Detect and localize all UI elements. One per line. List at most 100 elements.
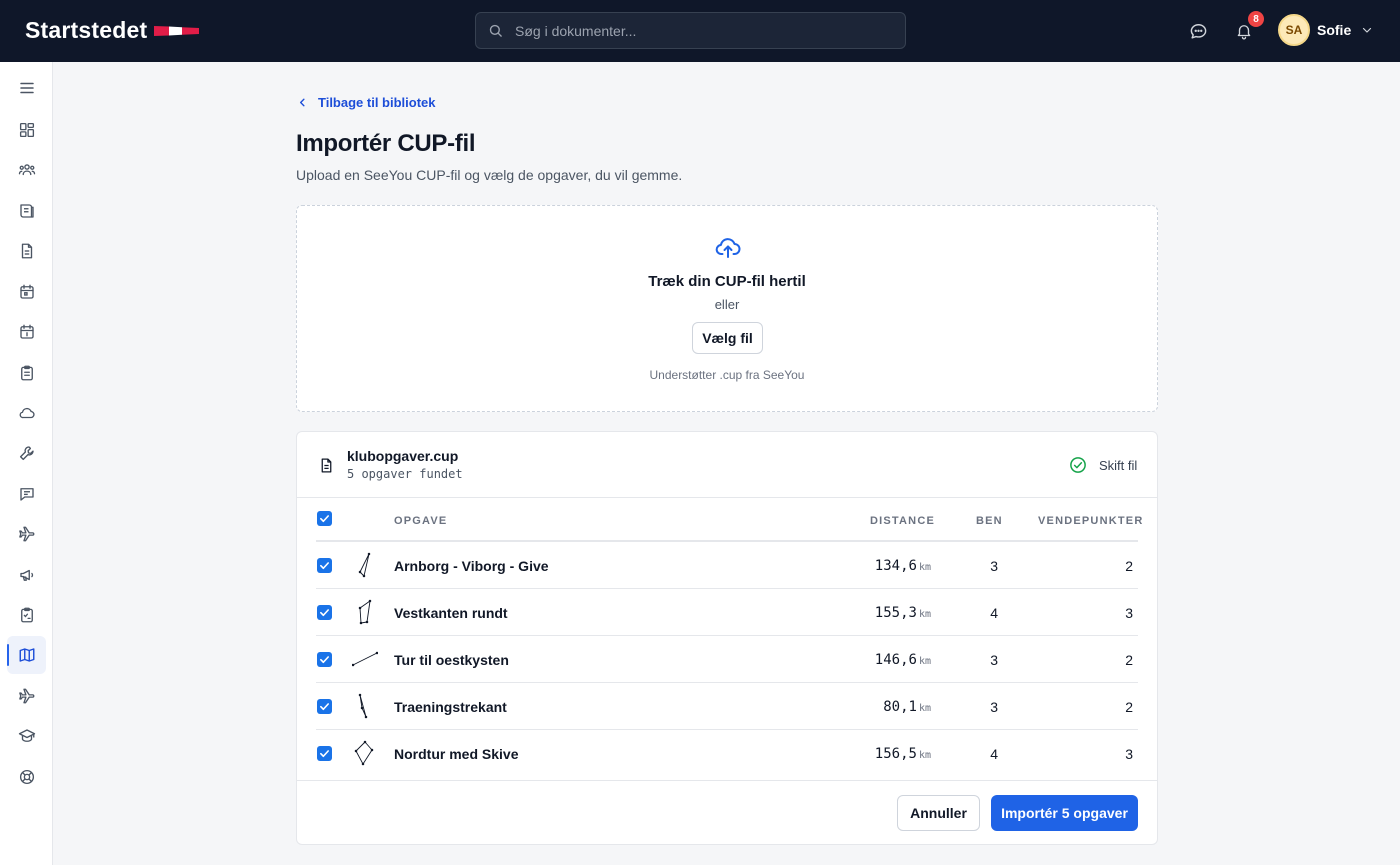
task-turnpoints: 2	[1125, 558, 1133, 574]
task-legs: 4	[990, 605, 998, 621]
sidebar-item-documents[interactable]	[7, 232, 46, 270]
task-distance: 134,6 km	[875, 558, 931, 574]
task-name: Vestkanten rundt	[394, 605, 508, 621]
user-menu[interactable]: SA Sofie	[1278, 14, 1373, 46]
messages-button[interactable]	[1186, 19, 1210, 43]
column-header-legs[interactable]: BEN	[976, 515, 1003, 527]
cancel-button[interactable]: Annuller	[897, 795, 980, 831]
checkmark-icon	[320, 703, 329, 711]
file-icon	[321, 458, 332, 473]
sidebar-menu-toggle[interactable]	[7, 69, 46, 107]
column-header-turnpoints[interactable]: VENDEPUNKTER	[1038, 515, 1143, 527]
dropzone-hint: Understøtter .cup fra SeeYou	[649, 368, 805, 382]
search-input[interactable]	[515, 22, 875, 39]
back-link[interactable]: Tilbage til bibliotek	[297, 95, 436, 110]
table-row[interactable]: Vestkanten rundt 155,3 km 4 3	[316, 589, 1138, 636]
import-panel: klubopgaver.cup 5 opgaver fundet Skift f…	[296, 431, 1158, 845]
row-checkbox[interactable]	[317, 652, 332, 667]
checkmark-icon	[320, 515, 329, 523]
sidebar-item-dashboard[interactable]	[7, 111, 46, 149]
sidebar-item-tasks-map[interactable]	[7, 636, 46, 674]
document-icon	[21, 243, 32, 259]
task-shape-icon	[358, 599, 372, 625]
calendar-day-icon	[19, 324, 34, 339]
task-turnpoints: 3	[1125, 746, 1133, 762]
file-name: klubopgaver.cup	[347, 448, 459, 464]
avatar: SA	[1278, 14, 1310, 46]
table-row[interactable]: Arnborg - Viborg - Give 134,6 km 3 2	[316, 542, 1138, 589]
sidebar-item-training[interactable]	[7, 717, 46, 755]
task-turnpoints: 3	[1125, 605, 1133, 621]
search-icon	[489, 24, 502, 37]
top-bar: Startstedet 8 SA Sofie	[0, 0, 1400, 62]
row-checkbox[interactable]	[317, 605, 332, 620]
back-link-label: Tilbage til bibliotek	[318, 95, 436, 110]
task-legs: 3	[990, 652, 998, 668]
column-header-distance[interactable]: DISTANCE	[870, 515, 935, 527]
chat-icon	[19, 488, 34, 501]
checkmark-icon	[320, 656, 329, 664]
cloud-icon	[19, 407, 35, 419]
sidebar-item-aircraft[interactable]	[7, 677, 46, 715]
task-name: Traeningstrekant	[394, 699, 507, 715]
clipboard-icon	[20, 365, 33, 381]
distance-value: 146,6	[874, 652, 917, 668]
distance-unit: km	[918, 609, 931, 620]
checkmark-icon	[320, 750, 329, 758]
sidebar-item-weather[interactable]	[7, 394, 46, 432]
select-all-checkbox[interactable]	[317, 511, 332, 526]
switch-file-button[interactable]: Skift fil	[1069, 456, 1137, 474]
chevron-down-icon	[1363, 27, 1372, 33]
distance-value: 155,3	[874, 605, 917, 621]
calendar-icon	[19, 284, 34, 299]
table-row[interactable]: Tur til oestkysten 146,6 km 3 2	[316, 636, 1138, 683]
dropzone-or: eller	[714, 297, 740, 312]
row-checkbox[interactable]	[317, 558, 332, 573]
task-distance: 80,1 km	[883, 699, 931, 715]
table-row[interactable]: Traeningstrekant 80,1 km 3 2	[316, 683, 1138, 730]
row-checkbox[interactable]	[317, 699, 332, 714]
sidebar-item-flights[interactable]	[7, 515, 46, 553]
task-shape-icon	[358, 552, 371, 578]
search-bar[interactable]	[475, 12, 906, 49]
sidebar-item-messages[interactable]	[7, 475, 46, 513]
import-button[interactable]: Importér 5 opgaver	[991, 795, 1138, 831]
task-turnpoints: 2	[1125, 699, 1133, 715]
sidebar-item-announcements[interactable]	[7, 556, 46, 594]
distance-value: 156,5	[874, 746, 917, 762]
task-distance: 156,5 km	[875, 746, 931, 762]
sidebar-item-checklists[interactable]	[7, 596, 46, 634]
panel-footer: Annuller Importér 5 opgaver	[297, 780, 1157, 844]
wrench-icon	[19, 446, 34, 461]
checklist-icon	[20, 607, 33, 623]
task-legs: 3	[990, 699, 998, 715]
distance-unit: km	[918, 750, 931, 761]
file-dropzone[interactable]: Træk din CUP-fil hertil eller Vælg fil U…	[296, 205, 1158, 412]
table-row[interactable]: Nordtur med Skive 156,5 km 4 3	[316, 730, 1138, 777]
sidebar-item-help[interactable]	[7, 758, 46, 796]
sidebar-item-schedule[interactable]	[7, 313, 46, 351]
graduation-icon	[18, 729, 35, 742]
sidebar-item-members[interactable]	[7, 151, 46, 189]
sidebar-item-tasks[interactable]	[7, 354, 46, 392]
distance-value: 134,6	[874, 558, 917, 574]
checkmark-icon	[320, 562, 329, 570]
distance-value: 80,1	[883, 699, 917, 715]
row-checkbox[interactable]	[317, 746, 332, 761]
app-logo[interactable]: Startstedet	[25, 17, 200, 44]
task-name: Arnborg - Viborg - Give	[394, 558, 549, 574]
sidebar-item-calendar[interactable]	[7, 273, 46, 311]
task-shape-icon	[358, 693, 368, 719]
task-distance: 155,3 km	[875, 605, 931, 621]
dropzone-title: Træk din CUP-fil hertil	[648, 273, 806, 290]
column-header-task[interactable]: OPGAVE	[394, 515, 447, 527]
notification-badge: 8	[1248, 11, 1264, 27]
file-header: klubopgaver.cup 5 opgaver fundet Skift f…	[297, 432, 1157, 498]
plane-icon	[18, 526, 34, 542]
sidebar-item-maintenance[interactable]	[7, 434, 46, 472]
cloud-upload-icon	[715, 238, 741, 258]
sidebar-item-library[interactable]	[7, 192, 46, 230]
choose-file-button[interactable]: Vælg fil	[692, 322, 763, 354]
task-shape-icon	[354, 740, 374, 766]
task-name: Tur til oestkysten	[394, 652, 509, 668]
